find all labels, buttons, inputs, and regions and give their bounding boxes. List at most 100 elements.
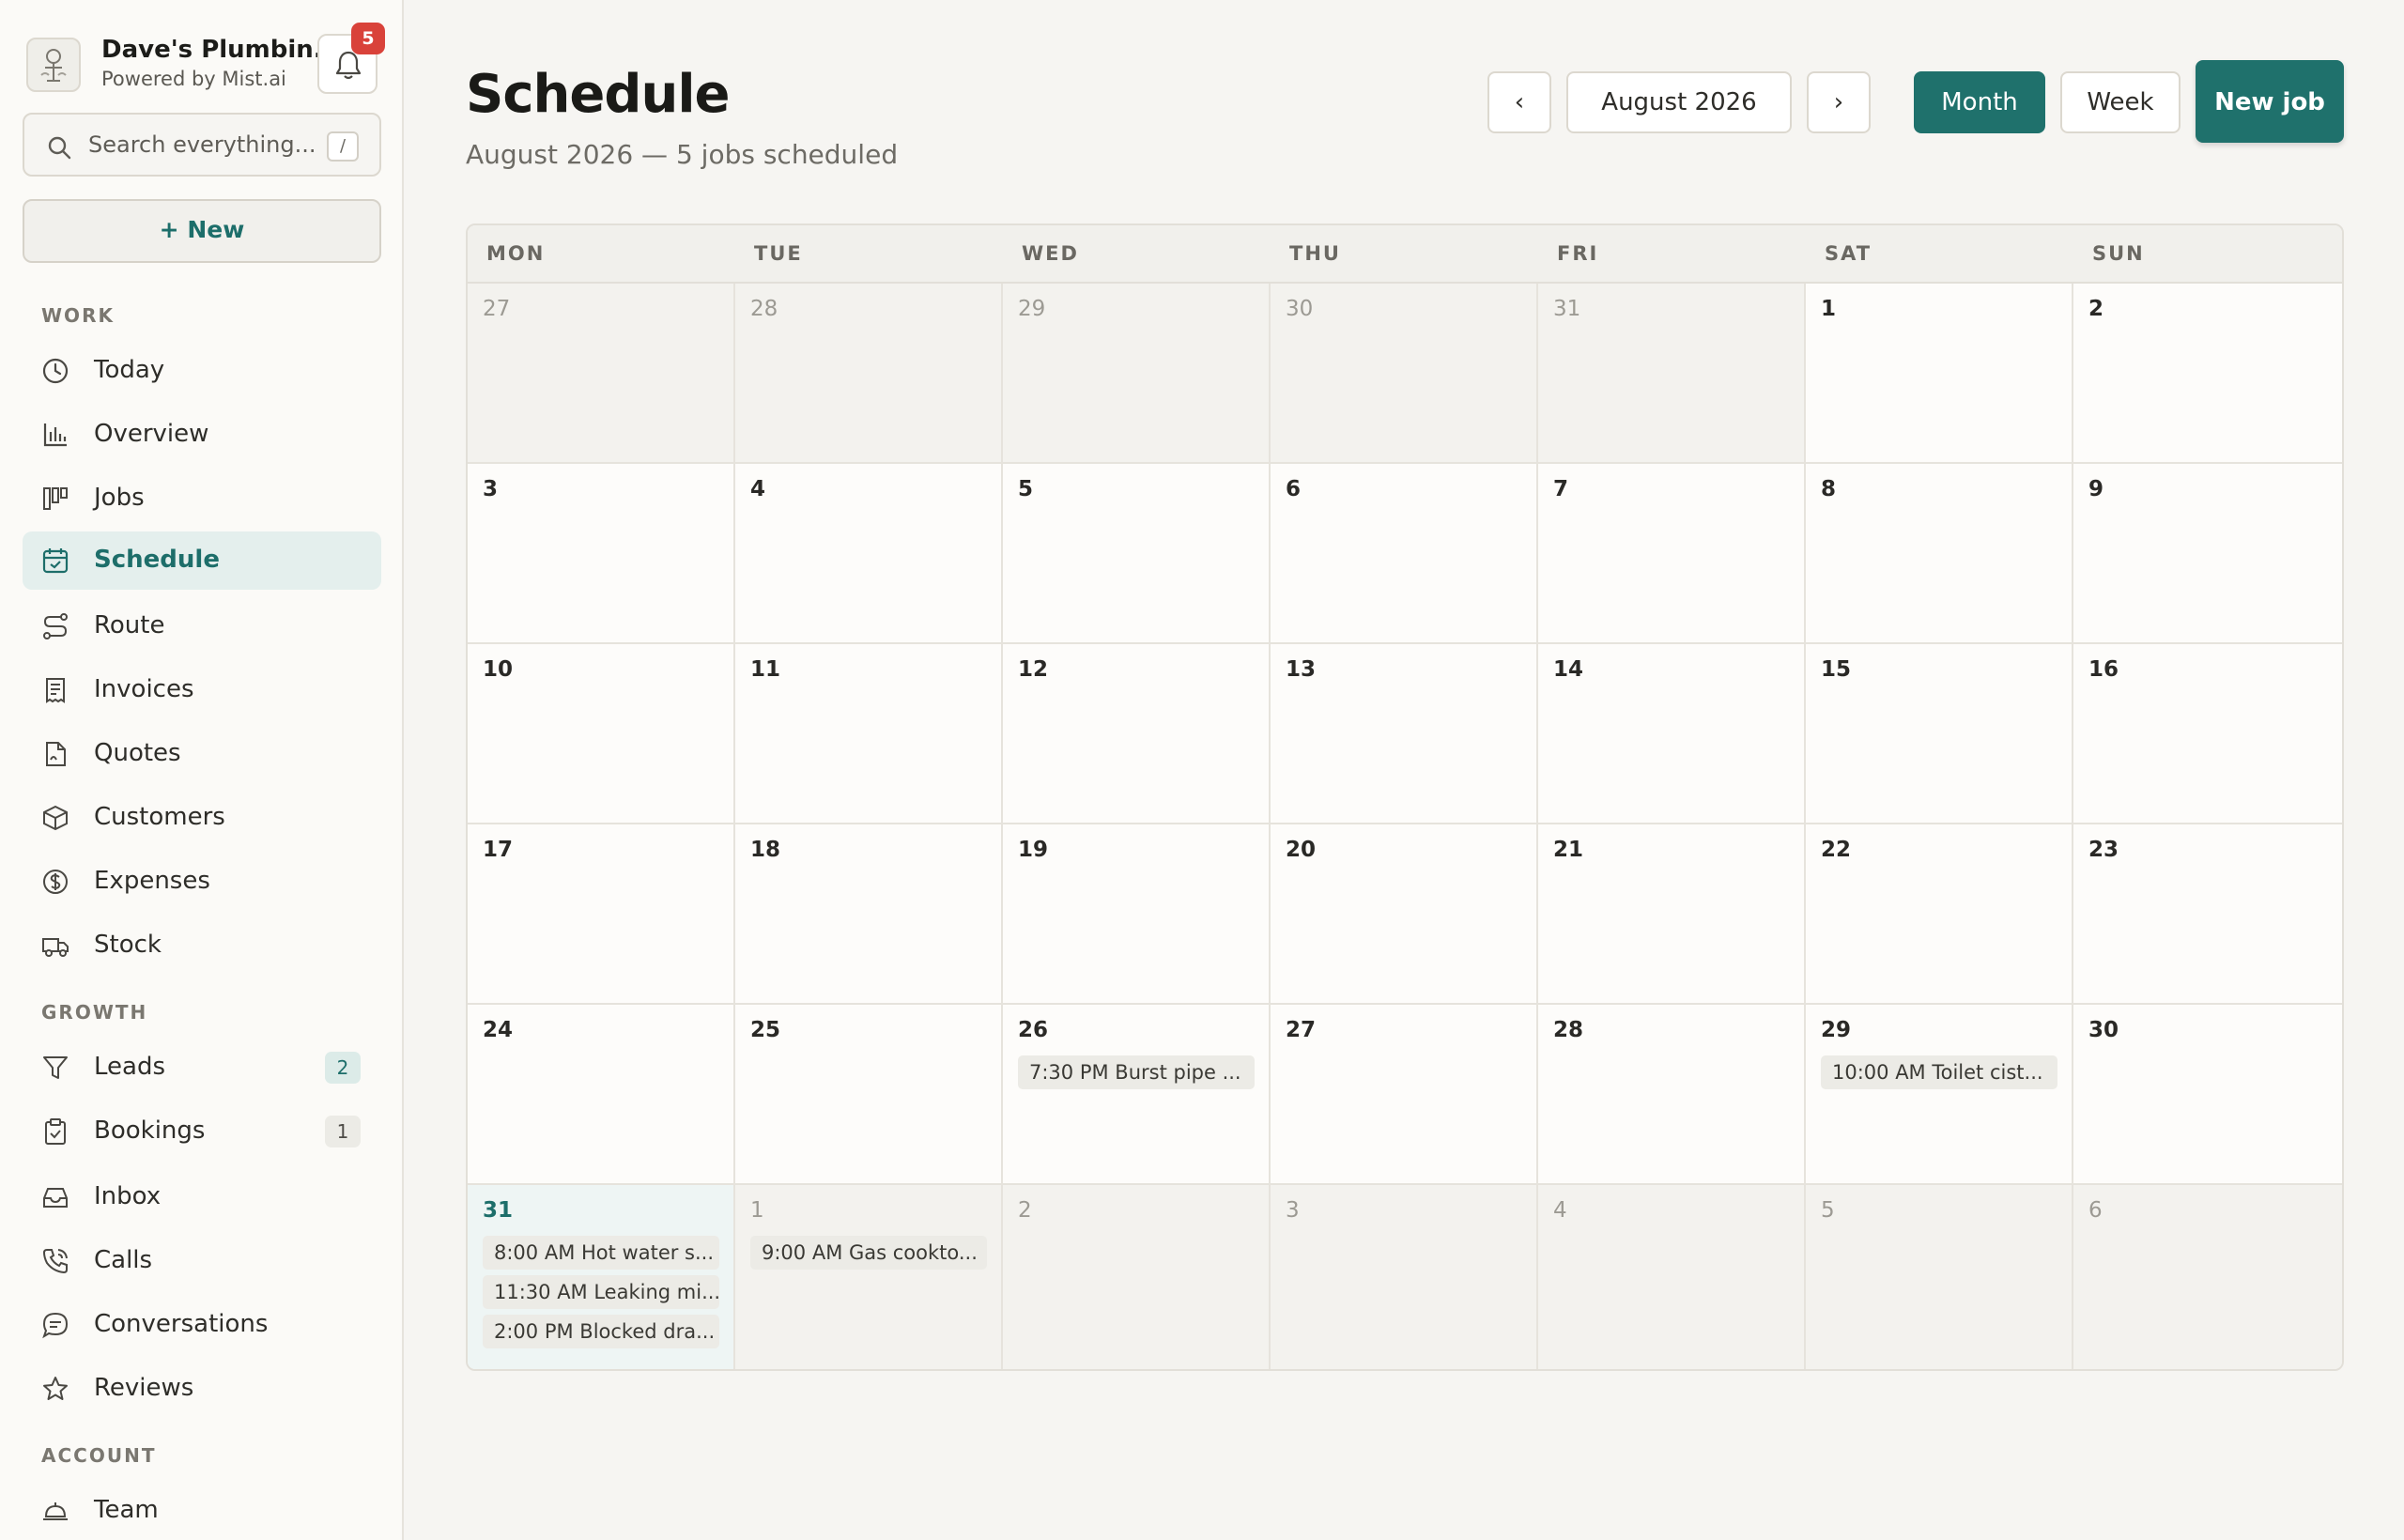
sidebar-item-customers[interactable]: Customers — [23, 789, 381, 847]
calendar-day[interactable]: 29 — [1003, 284, 1271, 464]
calendar-day[interactable]: 30 — [2073, 1005, 2342, 1185]
calendar-day[interactable]: 11 — [735, 644, 1003, 824]
sidebar-item-label: Invoices — [94, 675, 194, 703]
calendar-day[interactable]: 25 — [735, 1005, 1003, 1185]
star-icon — [43, 1377, 68, 1400]
sidebar-item-label: Calls — [94, 1246, 153, 1274]
sidebar-item-label: Quotes — [94, 739, 181, 767]
job-event[interactable]: 8:00 AM Hot water s... — [483, 1236, 719, 1270]
calendar-day[interactable]: 13 — [1271, 644, 1538, 824]
sidebar-item-schedule[interactable]: Schedule — [23, 531, 381, 590]
day-number: 17 — [483, 838, 514, 862]
chevron-left-icon: ‹ — [1514, 88, 1525, 116]
calendar-day[interactable]: 10 — [468, 644, 735, 824]
sidebar-item-label: Today — [94, 356, 165, 384]
calendar-day[interactable]: 19 — [1003, 824, 1271, 1005]
document-icon — [46, 742, 66, 766]
sidebar-item-expenses[interactable]: Expenses — [23, 853, 381, 911]
sidebar-item-leads[interactable]: Leads 2 — [23, 1039, 381, 1097]
day-number: 29 — [1018, 297, 1046, 321]
week-view-button[interactable]: Week — [2060, 71, 2181, 133]
job-event[interactable]: 11:30 AM Leaking mi... — [483, 1275, 719, 1309]
sidebar-item-route[interactable]: Route — [23, 597, 381, 655]
calendar-day[interactable]: 18 — [735, 824, 1003, 1005]
calendar-day[interactable]: 6 — [2073, 1185, 2342, 1369]
day-number: 20 — [1286, 838, 1317, 862]
sidebar-item-today[interactable]: Today — [23, 342, 381, 400]
sidebar-item-team[interactable]: Team — [23, 1482, 381, 1540]
leads-count-badge: 2 — [325, 1052, 361, 1084]
calendar-day[interactable]: 15 — [1806, 644, 2073, 824]
calendar-day[interactable]: 24 — [468, 1005, 735, 1185]
calendar-day[interactable]: 26 7:30 PM Burst pipe ... — [1003, 1005, 1271, 1185]
day-number: 5 — [1821, 1198, 1835, 1223]
sidebar-item-jobs[interactable]: Jobs — [23, 470, 381, 528]
day-number: 23 — [2088, 838, 2119, 862]
calendar-day[interactable]: 30 — [1271, 284, 1538, 464]
sidebar-item-label: Customers — [94, 803, 225, 831]
month-view-button[interactable]: Month — [1914, 71, 2045, 133]
calendar-day[interactable]: 28 — [735, 284, 1003, 464]
calendar-day[interactable]: 3 — [468, 464, 735, 644]
brand-logo[interactable] — [26, 38, 81, 92]
job-event[interactable]: 9:00 AM Gas cookto... — [750, 1236, 987, 1270]
sidebar-item-inbox[interactable]: Inbox — [23, 1168, 381, 1226]
job-event[interactable]: 2:00 PM Blocked dra... — [483, 1315, 719, 1348]
sidebar-item-quotes[interactable]: Quotes — [23, 725, 381, 783]
day-number: 2 — [2088, 297, 2104, 321]
search-shortcut-key: / — [327, 131, 359, 162]
calendar-day-today[interactable]: 31 8:00 AM Hot water s... 11:30 AM Leaki… — [468, 1185, 735, 1369]
new-job-button[interactable]: New job — [2196, 60, 2344, 143]
calendar-day[interactable]: 31 — [1538, 284, 1806, 464]
next-month-button[interactable]: › — [1807, 71, 1871, 133]
search-input[interactable]: Search everything... / — [23, 113, 381, 177]
sidebar-item-label: Reviews — [94, 1374, 194, 1402]
calendar-day[interactable]: 2 — [1003, 1185, 1271, 1369]
sidebar-item-conversations[interactable]: Conversations — [23, 1296, 381, 1354]
calendar-day[interactable]: 6 — [1271, 464, 1538, 644]
calendar-day[interactable]: 17 — [468, 824, 735, 1005]
prev-month-button[interactable]: ‹ — [1487, 71, 1551, 133]
calendar-day[interactable]: 5 — [1806, 1185, 2073, 1369]
calendar-day[interactable]: 3 — [1271, 1185, 1538, 1369]
weekday-label: TUE — [754, 242, 803, 265]
calendar-day[interactable]: 27 — [1271, 1005, 1538, 1185]
job-event[interactable]: 7:30 PM Burst pipe ... — [1018, 1055, 1255, 1089]
calendar-day[interactable]: 4 — [735, 464, 1003, 644]
calendar-day[interactable]: 23 — [2073, 824, 2342, 1005]
day-number: 31 — [1553, 297, 1581, 321]
day-number: 19 — [1018, 838, 1049, 862]
calendar-day[interactable]: 27 — [468, 284, 735, 464]
day-number: 30 — [2088, 1018, 2119, 1042]
calendar-day[interactable]: 21 — [1538, 824, 1806, 1005]
calendar-day[interactable]: 1 9:00 AM Gas cookto... — [735, 1185, 1003, 1369]
calendar-day[interactable]: 4 — [1538, 1185, 1806, 1369]
sidebar-item-reviews[interactable]: Reviews — [23, 1360, 381, 1418]
weekday-label: SUN — [2092, 242, 2145, 265]
sidebar-item-calls[interactable]: Calls — [23, 1232, 381, 1290]
sidebar-item-bookings[interactable]: Bookings 1 — [23, 1102, 381, 1161]
calendar-day[interactable]: 1 — [1806, 284, 2073, 464]
calendar-day[interactable]: 2 — [2073, 284, 2342, 464]
sidebar-item-invoices[interactable]: Invoices — [23, 661, 381, 719]
calendar-day[interactable]: 9 — [2073, 464, 2342, 644]
job-event[interactable]: 10:00 AM Toilet cist... — [1821, 1055, 2057, 1089]
calendar-day[interactable]: 28 — [1538, 1005, 1806, 1185]
sidebar-item-overview[interactable]: Overview — [23, 406, 381, 464]
calendar-day[interactable]: 16 — [2073, 644, 2342, 824]
calendar-day[interactable]: 20 — [1271, 824, 1538, 1005]
day-number: 12 — [1018, 657, 1049, 682]
brand-header: Dave's Plumbin... Powered by Mist.ai 5 — [26, 23, 385, 96]
day-number: 10 — [483, 657, 514, 682]
day-number: 31 — [483, 1198, 514, 1223]
month-calendar: MON TUE WED THU FRI SAT SUN 27 28 29 30 … — [466, 223, 2344, 1371]
calendar-day[interactable]: 12 — [1003, 644, 1271, 824]
new-button[interactable]: + New — [23, 199, 381, 263]
sidebar-item-stock[interactable]: Stock — [23, 916, 381, 975]
calendar-day[interactable]: 8 — [1806, 464, 2073, 644]
calendar-day[interactable]: 7 — [1538, 464, 1806, 644]
calendar-day[interactable]: 29 10:00 AM Toilet cist... — [1806, 1005, 2073, 1185]
calendar-day[interactable]: 5 — [1003, 464, 1271, 644]
calendar-day[interactable]: 14 — [1538, 644, 1806, 824]
calendar-day[interactable]: 22 — [1806, 824, 2073, 1005]
